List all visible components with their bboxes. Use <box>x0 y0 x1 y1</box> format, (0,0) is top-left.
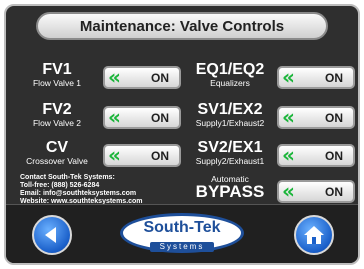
eq1-eq2-name: EQ1/EQ2 <box>195 61 265 78</box>
fv2-toggle-button[interactable]: « ON <box>103 106 181 129</box>
bypass-label: Automatic BYPASS <box>186 174 274 200</box>
double-chevron-left-icon: « <box>282 65 295 89</box>
sv1-ex2-desc: Supply1/Exhaust2 <box>195 118 265 128</box>
contact-phone: Toll-free: (888) 526-6284 <box>20 182 100 189</box>
back-arrow-icon <box>45 227 56 243</box>
bypass-state: ON <box>325 185 343 199</box>
double-chevron-left-icon: « <box>282 143 295 167</box>
contact-email: Email: info@southteksystems.com <box>20 190 137 197</box>
bypass-name: BYPASS <box>195 182 265 201</box>
sv1-ex2-name: SV1/EX2 <box>197 101 263 118</box>
cv-toggle-button[interactable]: « ON <box>103 144 181 167</box>
sv2-ex1-toggle-button[interactable]: « ON <box>277 144 355 167</box>
back-button[interactable] <box>32 215 72 255</box>
fv2-label: FV2 Flow Valve 2 <box>12 101 102 129</box>
fv1-name: FV1 <box>42 61 72 78</box>
double-chevron-left-icon: « <box>108 65 121 89</box>
eq1-eq2-label: EQ1/EQ2 Equalizers <box>186 61 274 89</box>
double-chevron-left-icon: « <box>282 179 295 203</box>
south-tek-logo: South-Tek Systems <box>120 213 244 253</box>
sv2-ex1-label: SV2/EX1 Supply2/Exhaust1 <box>186 139 274 167</box>
home-icon <box>304 226 324 244</box>
double-chevron-left-icon: « <box>282 105 295 129</box>
home-button[interactable] <box>294 215 334 255</box>
fv2-state: ON <box>151 111 169 125</box>
sv2-ex1-state: ON <box>325 149 343 163</box>
sv2-ex1-name: SV2/EX1 <box>197 139 263 156</box>
fv2-desc: Flow Valve 2 <box>32 118 82 128</box>
contact-heading: Contact South-Tek Systems: <box>20 174 115 181</box>
double-chevron-left-icon: « <box>108 143 121 167</box>
valve-controls-screen: Maintenance: Valve Controls FV1 Flow Val… <box>4 4 360 265</box>
cv-desc: Crossover Valve <box>26 156 88 166</box>
bypass-toggle-button[interactable]: « ON <box>277 180 355 203</box>
sv2-ex1-desc: Supply2/Exhaust1 <box>195 156 265 166</box>
cv-name: CV <box>45 139 69 156</box>
sv1-ex2-state: ON <box>325 111 343 125</box>
cv-label: CV Crossover Valve <box>12 139 102 167</box>
double-chevron-left-icon: « <box>108 105 121 129</box>
fv2-name: FV2 <box>42 101 72 118</box>
page-title: Maintenance: Valve Controls <box>36 12 328 40</box>
cv-state: ON <box>151 149 169 163</box>
sv1-ex2-toggle-button[interactable]: « ON <box>277 106 355 129</box>
fv1-desc: Flow Valve 1 <box>32 78 82 88</box>
sv1-ex2-label: SV1/EX2 Supply1/Exhaust2 <box>186 101 274 129</box>
eq1-eq2-state: ON <box>325 71 343 85</box>
eq1-eq2-toggle-button[interactable]: « ON <box>277 66 355 89</box>
fv1-label: FV1 Flow Valve 1 <box>12 61 102 89</box>
fv1-toggle-button[interactable]: « ON <box>103 66 181 89</box>
contact-info: Contact South-Tek Systems: Toll-free: (8… <box>20 174 143 206</box>
eq1-eq2-desc: Equalizers <box>210 78 250 88</box>
fv1-state: ON <box>151 71 169 85</box>
bottom-nav-bar: South-Tek Systems <box>6 204 358 263</box>
logo-brand: South-Tek <box>143 219 221 236</box>
logo-tagline: Systems <box>149 242 215 252</box>
